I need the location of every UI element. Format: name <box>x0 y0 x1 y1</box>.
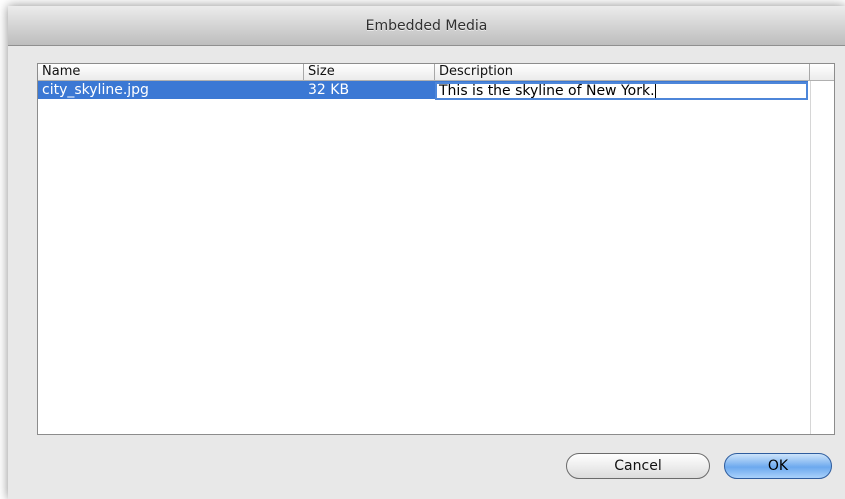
table-header: Name Size Description <box>38 64 834 81</box>
media-table: Name Size Description city_skyline.jpg 3… <box>37 63 835 435</box>
embedded-media-dialog: Embedded Media Name Size Description cit… <box>8 6 845 499</box>
title-bar[interactable]: Embedded Media <box>8 6 845 46</box>
description-edit-field[interactable]: This is the skyline of New York. <box>435 82 808 100</box>
description-text: This is the skyline of New York. <box>439 83 655 99</box>
text-caret <box>654 84 656 98</box>
column-divider[interactable] <box>434 64 435 80</box>
cancel-button[interactable]: Cancel <box>566 453 710 479</box>
column-divider[interactable] <box>303 64 304 80</box>
cell-size: 32 KB <box>308 82 350 98</box>
cell-name: city_skyline.jpg <box>42 82 149 98</box>
window-title: Embedded Media <box>365 18 488 34</box>
column-header-description[interactable]: Description <box>439 64 513 80</box>
vertical-scrollbar[interactable] <box>810 81 833 434</box>
ok-button[interactable]: OK <box>724 453 832 479</box>
column-header-size[interactable]: Size <box>308 64 335 80</box>
column-divider[interactable] <box>809 64 810 80</box>
column-header-name[interactable]: Name <box>42 64 80 80</box>
